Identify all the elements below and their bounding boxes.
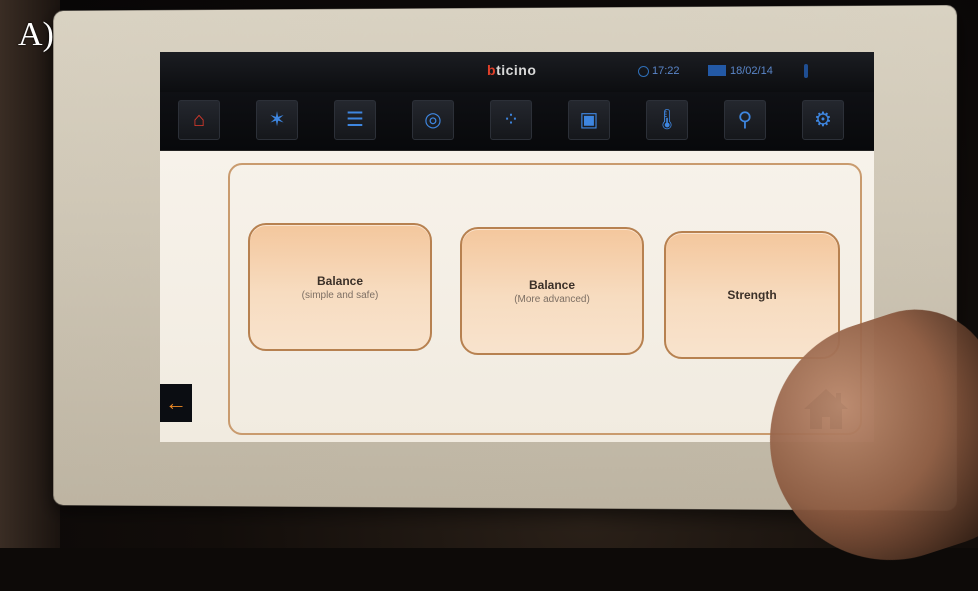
card-subtitle: (More advanced) — [514, 293, 590, 305]
toolbar-intercom-button[interactable]: ▣ — [568, 100, 610, 140]
intercom-icon: ▣ — [579, 109, 599, 131]
thermometer-icon: 🌡 — [654, 109, 680, 131]
balance-advanced-button[interactable]: Balance (More advanced) — [460, 227, 644, 355]
arrow-left-icon: ← — [165, 390, 187, 415]
figure-label: A) — [18, 16, 54, 53]
photo-background: bticino 17:22 18/02/14 ⌂ ✶ ☰ ◎ ⁘ ▣ 🌡 ⚲ ⚙… — [0, 0, 978, 591]
light-bulb-icon: ✶ — [268, 109, 286, 131]
card-title: Balance — [528, 277, 576, 292]
function-toolbar: ⌂ ✶ ☰ ◎ ⁘ ▣ 🌡 ⚲ ⚙ — [160, 92, 874, 151]
toolbar-temperature-button[interactable]: 🌡 — [646, 100, 688, 140]
toolbar-audio-button[interactable]: ◎ — [412, 100, 454, 140]
toolbar-irrigation-button[interactable]: ⚲ — [724, 100, 766, 140]
toolbar-settings-button[interactable]: ⚙ — [802, 100, 844, 140]
brand-logo: bticino — [487, 62, 537, 78]
audio-icon: ◎ — [424, 109, 442, 131]
toolbar-scenario-button[interactable]: ⁘ — [490, 100, 532, 140]
card-title: Balance — [316, 273, 364, 288]
main-content: Balance (simple and safe) Balance (More … — [160, 151, 874, 442]
toolbar-lighting-button[interactable]: ✶ — [256, 100, 298, 140]
toolbar-home-button[interactable]: ⌂ — [178, 100, 220, 140]
shutters-icon: ☰ — [346, 109, 364, 131]
toolbar-shutters-button[interactable]: ☰ — [334, 100, 376, 140]
home-icon: ⌂ — [192, 109, 206, 131]
card-title: Strength — [727, 288, 777, 302]
irrigation-icon: ⚲ — [737, 109, 753, 131]
date-display: 18/02/14 — [730, 65, 773, 77]
calendar-icon — [708, 65, 726, 76]
scenario-icon: ⁘ — [502, 109, 520, 131]
info-icon[interactable] — [804, 64, 808, 78]
settings-icon: ⚙ — [814, 109, 832, 131]
strength-button[interactable]: Strength — [664, 231, 840, 359]
touchscreen: bticino 17:22 18/02/14 ⌂ ✶ ☰ ◎ ⁘ ▣ 🌡 ⚲ ⚙… — [160, 52, 874, 442]
options-frame: Balance (simple and safe) Balance (More … — [228, 163, 862, 435]
back-button[interactable]: ← — [160, 384, 192, 422]
time-display: 17:22 — [652, 65, 680, 77]
wall — [0, 0, 60, 548]
card-subtitle: (simple and safe) — [301, 289, 379, 301]
balance-simple-button[interactable]: Balance (simple and safe) — [248, 223, 432, 351]
status-bar: bticino 17:22 18/02/14 — [160, 52, 874, 92]
clock-icon — [638, 66, 649, 77]
